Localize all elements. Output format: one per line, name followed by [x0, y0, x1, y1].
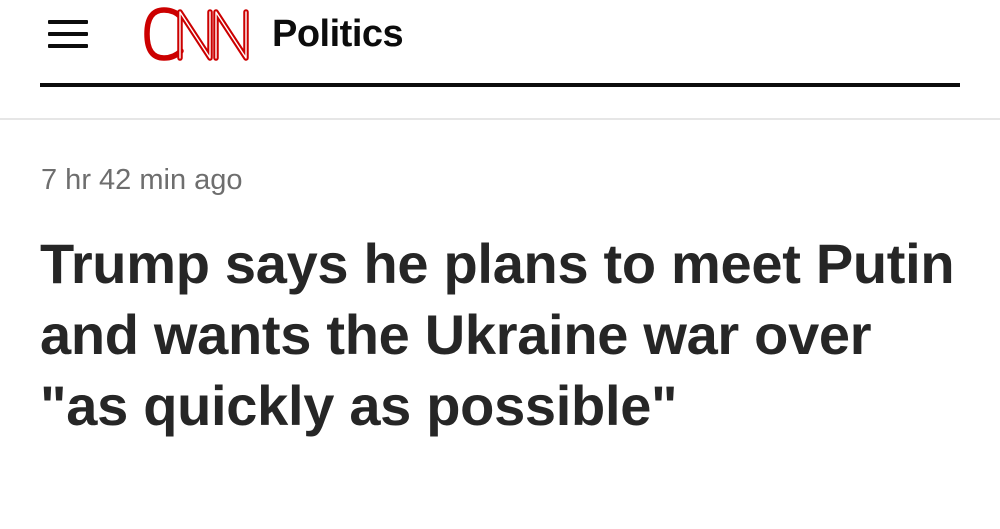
cnn-logo[interactable] — [142, 2, 282, 72]
header-divider — [40, 83, 960, 87]
menu-line — [48, 32, 88, 36]
menu-line — [48, 44, 88, 48]
menu-line — [48, 20, 88, 24]
section-label[interactable]: Politics — [272, 12, 404, 56]
cnn-logo-icon — [144, 7, 249, 61]
article-timestamp: 7 hr 42 min ago — [41, 164, 243, 196]
site-header: Politics — [0, 0, 1000, 90]
article-headline[interactable]: Trump says he plans to meet Putin and wa… — [40, 228, 970, 441]
hamburger-menu-icon[interactable] — [44, 16, 94, 52]
page-divider — [0, 118, 1000, 120]
